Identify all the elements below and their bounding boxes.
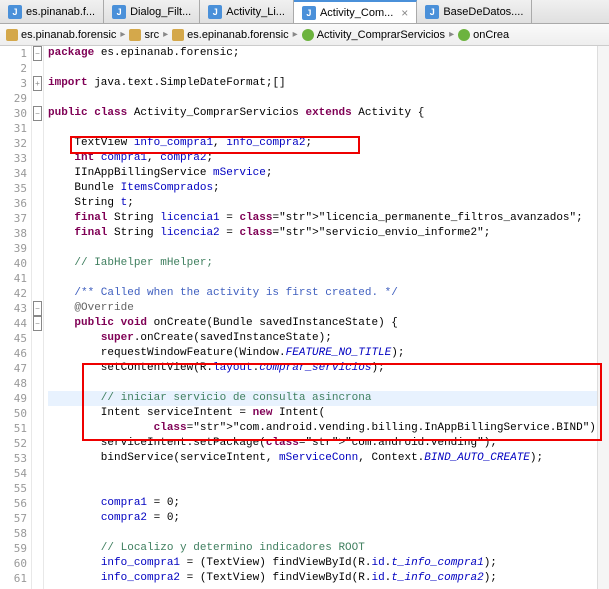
java-icon: J: [425, 5, 439, 19]
chevron-right-icon: ▸: [120, 29, 125, 40]
overview-ruler[interactable]: [597, 46, 609, 589]
editor-tabs: Jes.pinanab.f... JDialog_Filt... JActivi…: [0, 0, 609, 24]
fold-toggle[interactable]: +: [33, 76, 42, 91]
fold-gutter: −+−−−: [32, 46, 44, 589]
tab-dialog-filt[interactable]: JDialog_Filt...: [104, 0, 200, 23]
fold-toggle[interactable]: −: [33, 106, 42, 121]
package-icon: [172, 29, 184, 41]
fold-toggle[interactable]: −: [33, 301, 42, 316]
tab-basededatos[interactable]: JBaseDeDatos....: [417, 0, 532, 23]
code-area[interactable]: package es.epinanab.forensic;import java…: [44, 46, 609, 589]
method-icon: [458, 29, 470, 41]
breadcrumb: es.pinanab.forensic ▸ src ▸ es.epinanab.…: [0, 24, 609, 46]
java-icon: J: [112, 5, 126, 19]
breadcrumb-item[interactable]: es.pinanab.forensic: [6, 29, 116, 41]
chevron-right-icon: ▸: [293, 29, 298, 40]
breadcrumb-item[interactable]: es.epinanab.forensic: [172, 29, 289, 41]
class-icon: [302, 29, 314, 41]
package-icon: [6, 29, 18, 41]
package-icon: [129, 29, 141, 41]
chevron-right-icon: ▸: [449, 29, 454, 40]
java-icon: J: [302, 6, 316, 20]
fold-toggle[interactable]: −: [33, 46, 42, 61]
tab-activity-com[interactable]: JActivity_Com...×: [294, 0, 417, 23]
close-icon[interactable]: ×: [401, 6, 408, 20]
java-icon: J: [8, 5, 22, 19]
breadcrumb-item[interactable]: onCrea: [458, 29, 509, 41]
java-icon: J: [208, 5, 222, 19]
chevron-right-icon: ▸: [163, 29, 168, 40]
breadcrumb-item[interactable]: src: [129, 29, 159, 41]
fold-toggle[interactable]: −: [33, 316, 42, 331]
tab-activity-li[interactable]: JActivity_Li...: [200, 0, 294, 23]
breadcrumb-item[interactable]: Activity_ComprarServicios: [302, 29, 445, 41]
line-number-gutter: 1232930313233343536373839404142434445464…: [0, 46, 32, 589]
code-editor[interactable]: 1232930313233343536373839404142434445464…: [0, 46, 609, 589]
tab-es-pinanab[interactable]: Jes.pinanab.f...: [0, 0, 104, 23]
